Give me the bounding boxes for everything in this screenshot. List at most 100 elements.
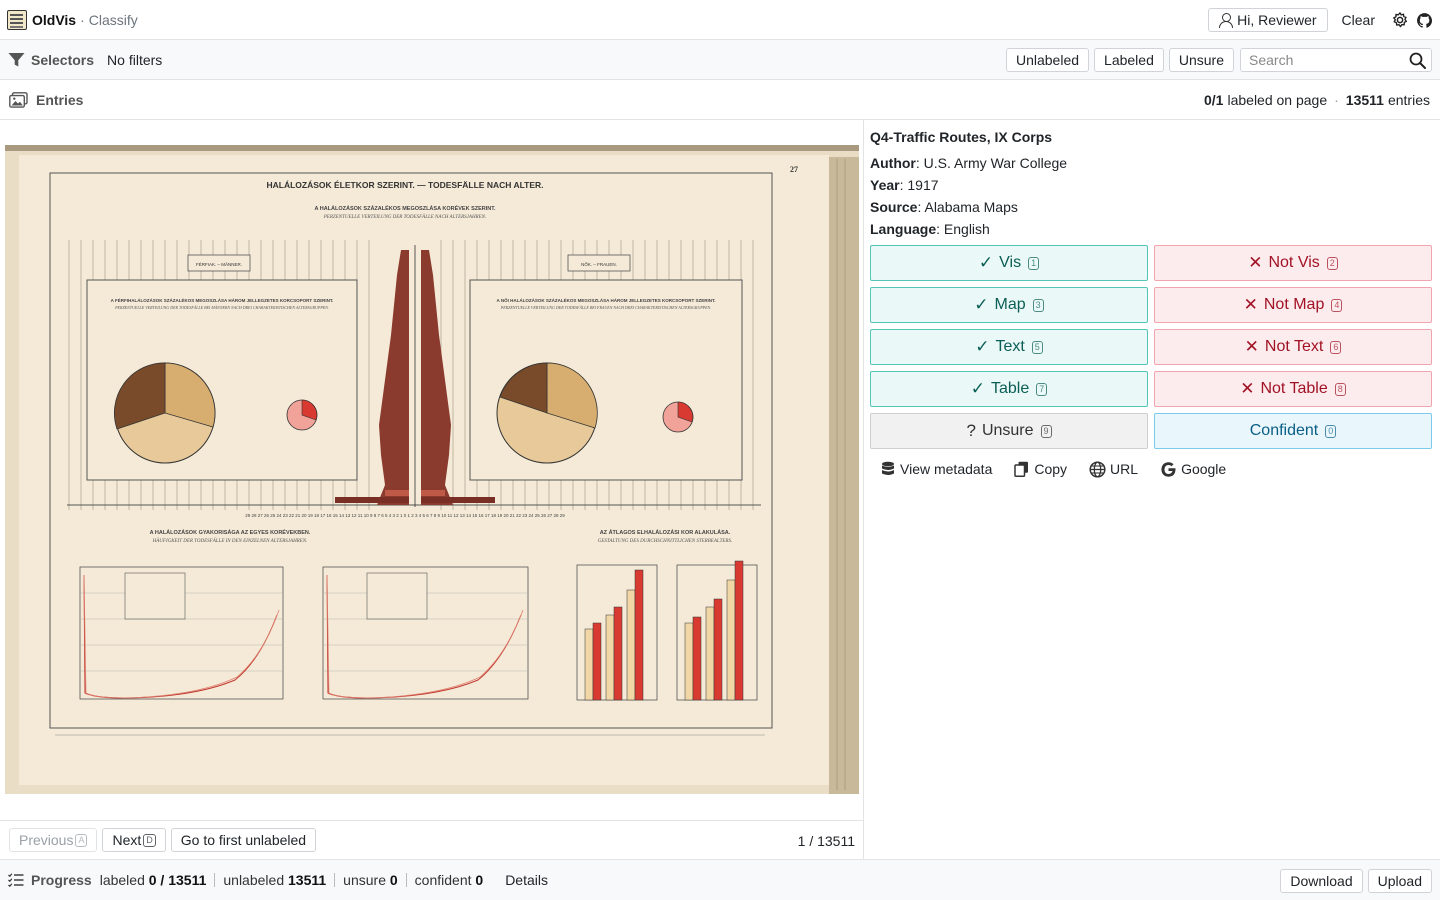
- label-unsure-button[interactable]: ? Unsure 9: [870, 413, 1148, 449]
- user-icon: [1219, 12, 1234, 28]
- upload-button[interactable]: Upload: [1367, 869, 1432, 893]
- stat-value: 13511: [288, 872, 327, 888]
- scan-main-title: HALÁLOZÁSOK ÉLETKOR SZERINT. — TODESFÄLL…: [266, 180, 543, 190]
- url-button[interactable]: URL: [1089, 460, 1139, 478]
- label-table-button[interactable]: ✓ Table 7: [870, 371, 1148, 407]
- progress-title: Progress: [31, 872, 92, 888]
- label-text: Text: [995, 338, 1025, 355]
- previous-label: Previous: [19, 832, 74, 848]
- selectors-title: Selectors: [31, 51, 95, 68]
- x-icon: ✕: [1248, 253, 1263, 272]
- stat-value: 0 / 13511: [148, 872, 207, 888]
- tool-label: Copy: [1034, 461, 1068, 477]
- google-icon: [1161, 461, 1176, 477]
- meta-value: 1917: [907, 177, 939, 193]
- image-pane: 27 HALÁLOZÁSOK ÉLETKOR SZERINT. — TODESF…: [0, 120, 864, 859]
- scan-sub-title-2: PERZENTUELLE VERTEILUNG DER TODESFÄLLE N…: [323, 214, 487, 220]
- first-unlabeled-button[interactable]: Go to first unlabeled: [170, 828, 317, 852]
- tool-label: View metadata: [900, 461, 993, 477]
- copy-icon: [1014, 461, 1029, 477]
- download-button[interactable]: Download: [1280, 869, 1363, 893]
- stat-label: labeled: [99, 872, 145, 888]
- clear-button[interactable]: Clear: [1342, 12, 1375, 28]
- scan-lower-title-1: A HALÁLOZÁSOK GYAKORISÁGA AZ EGYES KORÉV…: [150, 528, 311, 536]
- filter-unsure-button[interactable]: Unsure: [1168, 48, 1234, 72]
- filter-unlabeled-button[interactable]: Unlabeled: [1005, 48, 1090, 72]
- check-icon: ✓: [975, 337, 990, 356]
- divider: [405, 873, 407, 887]
- user-label: Hi, Reviewer: [1237, 12, 1317, 28]
- meta-key: Year: [870, 177, 900, 193]
- details-link[interactable]: Details: [505, 872, 548, 888]
- scanned-page-drawing: 27 HALÁLOZÁSOK ÉLETKOR SZERINT. — TODESF…: [5, 145, 859, 794]
- x-icon: ✕: [1244, 337, 1259, 356]
- label-text: Vis: [999, 254, 1022, 271]
- github-icon[interactable]: [1416, 12, 1433, 29]
- label-text: Confident: [1249, 422, 1319, 439]
- label-map-button[interactable]: ✓ Map 3: [870, 287, 1148, 323]
- divider: [214, 873, 216, 887]
- shortcut-key: 9: [1040, 424, 1052, 438]
- user-button[interactable]: Hi, Reviewer: [1208, 8, 1328, 32]
- item-tools: View metadata Copy URL Google: [870, 458, 1436, 480]
- label-text: Not Map: [1263, 296, 1325, 313]
- next-button[interactable]: Next D: [102, 828, 166, 852]
- scan-sub-title-1: A HALÁLOZÁSOK SZÁZALÉKOS MEGOSZLÁSA KORÉ…: [314, 204, 496, 212]
- search-icon[interactable]: [1409, 52, 1426, 69]
- total-entries-count: 13511: [1345, 92, 1384, 108]
- search-input[interactable]: [1249, 50, 1409, 70]
- previous-button[interactable]: Previous A: [9, 828, 98, 852]
- entries-header: Entries 0/1 labeled on page · 13511 entr…: [0, 80, 1440, 120]
- brand-separator: ·: [80, 11, 85, 28]
- label-not-table-button[interactable]: ✕ Not Table 8: [1154, 371, 1432, 407]
- globe-icon: [1089, 460, 1106, 478]
- label-text: Table: [990, 380, 1030, 397]
- footer-actions: Download Upload: [1275, 869, 1432, 893]
- tool-label: URL: [1110, 461, 1139, 477]
- label-vis-button[interactable]: ✓ Vis 1: [870, 245, 1148, 281]
- shortcut-key: 0: [1325, 424, 1337, 438]
- scan-female-label: NŐK. – FRAUEN.: [581, 261, 617, 267]
- shortcut-key: 6: [1330, 340, 1342, 354]
- label-not-map-button[interactable]: ✕ Not Map 4: [1154, 287, 1432, 323]
- scan-page-number: 27: [790, 165, 798, 174]
- app-name: OldVis: [32, 11, 77, 28]
- previous-shortcut: A: [75, 833, 88, 847]
- gear-icon[interactable]: [1391, 11, 1409, 29]
- filter-labeled-button[interactable]: Labeled: [1094, 48, 1164, 72]
- logo-icon: [7, 9, 27, 30]
- tool-label: Google: [1181, 461, 1227, 477]
- copy-button[interactable]: Copy: [1014, 461, 1067, 477]
- brand[interactable]: OldVis · Classify: [7, 0, 138, 40]
- check-icon: ✓: [974, 295, 989, 314]
- meta-key: Author: [870, 155, 916, 171]
- scan-lower-title-2: HÄUFIGKEIT DER TODESFÄLLE IN DEN EINZELN…: [152, 538, 308, 544]
- meta-author: Author: U.S. Army War College: [870, 155, 1068, 171]
- label-text: Not Text: [1264, 338, 1324, 355]
- label-not-text-button[interactable]: ✕ Not Text 6: [1154, 329, 1432, 365]
- selector-controls: Unlabeled Labeled Unsure: [1001, 48, 1432, 72]
- label-text: Map: [994, 296, 1026, 313]
- scanned-page-image[interactable]: 27 HALÁLOZÁSOK ÉLETKOR SZERINT. — TODESF…: [5, 145, 859, 794]
- entries-summary: 0/1 labeled on page · 13511 entries: [1204, 80, 1430, 120]
- google-button[interactable]: Google: [1160, 461, 1226, 478]
- label-not-vis-button[interactable]: ✕ Not Vis 2: [1154, 245, 1432, 281]
- svg-text:PERZENTUELLE VERTEILUNG DER TO: PERZENTUELLE VERTEILUNG DER TODESFÄLLE B…: [114, 305, 329, 310]
- label-confident-button[interactable]: Confident 0: [1154, 413, 1432, 449]
- svg-text:A FÉRFIHALÁLOZÁSOK SZÁZALÉKOS: A FÉRFIHALÁLOZÁSOK SZÁZALÉKOS MEGOSZLÁSA…: [111, 296, 334, 303]
- view-metadata-button[interactable]: View metadata: [880, 461, 992, 477]
- progress-footer: Progress labeled 0 / 13511 unlabeled 135…: [0, 859, 1440, 900]
- info-pane: Q4-Traffic Routes, IX Corps Author: U.S.…: [870, 120, 1436, 480]
- selectors-bar: Selectors No filters Unlabeled Labeled U…: [0, 40, 1440, 80]
- svg-text:PERZENTUELLE VERTEILUNG DER TO: PERZENTUELLE VERTEILUNG DER TODESFÄLLE B…: [500, 305, 711, 310]
- main-area: 27 HALÁLOZÁSOK ÉLETKOR SZERINT. — TODESF…: [0, 120, 1440, 859]
- images-icon: [9, 91, 28, 108]
- meta-key: Language: [870, 221, 937, 237]
- label-text-button[interactable]: ✓ Text 5: [870, 329, 1148, 365]
- next-shortcut: D: [143, 833, 156, 847]
- label-text: Unsure: [981, 422, 1034, 439]
- item-title: Q4-Traffic Routes, IX Corps: [870, 129, 1053, 145]
- stat-label: unsure: [343, 872, 386, 888]
- pager: Previous A Next D Go to first unlabeled …: [0, 820, 864, 859]
- shortcut-key: 2: [1326, 256, 1338, 270]
